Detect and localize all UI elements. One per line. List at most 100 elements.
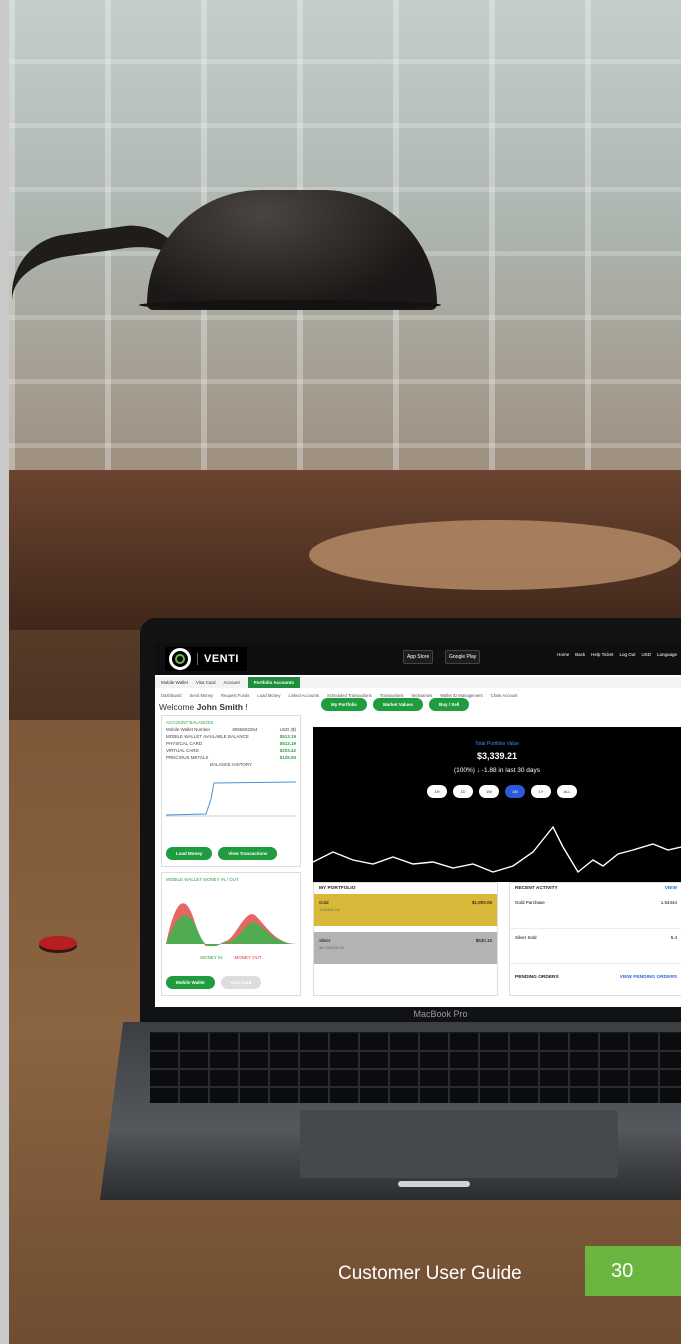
view-pending-orders-link[interactable]: VIEW PENDING ORDERS xyxy=(620,975,677,980)
item-name: Gold xyxy=(319,900,329,905)
recent-activity-title: RECENT ACTIVITY xyxy=(515,886,558,891)
tab-portfolio-accounts[interactable]: Portfolio Accounts xyxy=(247,677,300,688)
item-value: $530.15 xyxy=(475,938,492,943)
nav-log-out[interactable]: Log Out xyxy=(619,652,635,657)
subnav-wallet-id[interactable]: Wallet ID Management xyxy=(440,693,482,698)
balance-history-chart xyxy=(165,781,297,817)
pending-orders-header: PENDING ORDERS VIEW PENDING ORDERS xyxy=(510,972,681,983)
balances-actions: Load Money View Transactions xyxy=(166,847,278,860)
balance-label: PHYSICAL CARD xyxy=(166,741,203,746)
round-table xyxy=(309,520,681,590)
nav-home[interactable]: Home xyxy=(557,652,569,657)
balance-value: $513.19 xyxy=(279,734,296,739)
item-value: $1,809.06 xyxy=(471,900,492,905)
portfolio-tabs: My Portfolio Market Values Buy / Sell xyxy=(321,698,470,711)
portfolio-value-chart xyxy=(313,825,681,874)
balance-label: VIRTUAL CARD xyxy=(166,748,199,753)
balance-row: PHYSICAL CARD $513.19 xyxy=(166,741,296,746)
app-topbar: VENTI App Store Google Play Home Back He… xyxy=(155,643,681,675)
my-portfolio-title: MY PORTFOLIO xyxy=(319,886,356,891)
range-selector: 1H 1D 1W 1M 1Y ALL xyxy=(427,785,577,798)
tab-visa-card[interactable]: Visa Card xyxy=(196,680,216,685)
tab-account[interactable]: Account xyxy=(224,680,240,685)
my-portfolio-button[interactable]: My Portfolio xyxy=(321,698,367,711)
legend-money-out: MONEY OUT xyxy=(234,955,262,960)
currency-select[interactable]: USD xyxy=(641,652,651,657)
main-nav: Mobile Wallet Visa Card Account Portfoli… xyxy=(155,677,681,688)
venti-logo[interactable]: VENTI xyxy=(165,647,247,671)
laptop-notch xyxy=(398,1181,470,1187)
my-portfolio-card: MY PORTFOLIO Gold 1.54444 Oz $1,809.06 Si… xyxy=(313,882,498,996)
balance-currency: USD ($) xyxy=(279,727,296,732)
activity-row[interactable]: Gold Purchase 1.54444 xyxy=(510,894,681,929)
balance-value: $203.42 xyxy=(279,748,296,753)
range-all[interactable]: ALL xyxy=(557,785,577,798)
welcome-prefix: Welcome xyxy=(159,702,195,712)
welcome-suffix: ! xyxy=(245,702,248,712)
google-play-button[interactable]: Google Play xyxy=(445,650,481,664)
activity-name: Silver Sold xyxy=(515,935,537,940)
portfolio-item-silver[interactable]: Silver 36.795325 Oz $530.15 xyxy=(314,932,497,964)
range-1y[interactable]: 1Y xyxy=(531,785,551,798)
keyboard-row-divider xyxy=(150,1086,681,1088)
item-qty: 36.795325 Oz xyxy=(319,945,345,950)
laptop-screen: VENTI App Store Google Play Home Back He… xyxy=(155,643,681,1007)
nav-back[interactable]: Back xyxy=(575,652,585,657)
balances-title: ACCOUNT BALANCES xyxy=(166,720,214,725)
money-in-out-title: MOBILE WALLET MONEY IN / OUT xyxy=(166,877,239,882)
recent-activity-card: RECENT ACTIVITY VIEW Gold Purchase 1.5444… xyxy=(509,882,681,996)
balance-row: MOBILE WALLET AVAILABLE BALANCE $513.19 xyxy=(166,734,296,739)
activity-value: 5.4 xyxy=(670,935,677,940)
portfolio-value-panel: Total Portfolio Value $3,339.21 (100%) ↓… xyxy=(313,727,681,882)
top-navigation: Home Back Help Ticket Log Out USD Langua… xyxy=(557,652,677,657)
portfolio-value-title: Total Portfolio Value xyxy=(474,741,520,747)
balance-row: VIRTUAL CARD $203.42 xyxy=(166,748,296,753)
subnav-nicknames[interactable]: Nicknames xyxy=(412,693,433,698)
subnav-request-funds[interactable]: Request Funds xyxy=(221,693,249,698)
buy-sell-button[interactable]: Buy / Sell xyxy=(429,698,470,711)
activity-row[interactable]: Silver Sold 5.4 xyxy=(510,929,681,964)
money-in-out-legend: MONEY IN MONEY OUT xyxy=(166,955,296,960)
balance-value: 8056602254 xyxy=(232,727,258,732)
balance-history-title: BALANCE HISTORY xyxy=(209,762,253,767)
range-1h[interactable]: 1H xyxy=(427,785,447,798)
balance-row: Mobile Wallet Number 8056602254 USD ($) xyxy=(166,727,296,732)
balance-value: $513.19 xyxy=(279,741,296,746)
view-transactions-button[interactable]: View Transactions xyxy=(218,847,278,860)
lamp-rim xyxy=(139,300,441,310)
portfolio-item-gold[interactable]: Gold 1.54444 Oz $1,809.06 xyxy=(314,894,497,926)
red-object xyxy=(39,936,77,950)
subnav-close-account[interactable]: Close Account xyxy=(491,693,518,698)
laptop-brand: MacBook Pro xyxy=(413,1009,468,1019)
market-values-button[interactable]: Market Values xyxy=(373,698,424,711)
range-1m[interactable]: 1M xyxy=(505,785,525,798)
subnav-send-money[interactable]: Send Money xyxy=(190,693,214,698)
logo-text: VENTI xyxy=(197,653,239,665)
activity-name: Gold Purchase xyxy=(515,900,545,905)
money-in-out-chart xyxy=(166,903,296,948)
subnav-load-money[interactable]: Load Money xyxy=(257,693,280,698)
visa-card-button[interactable]: Visa Card xyxy=(220,976,262,989)
app-store-button[interactable]: App Store xyxy=(403,650,434,664)
balance-label: MOBILE WALLET AVAILABLE BALANCE xyxy=(166,734,249,739)
money-in-out-card: MOBILE WALLET MONEY IN / OUT MONEY IN MO… xyxy=(161,872,301,996)
keyboard-row-divider xyxy=(150,1068,681,1070)
mobile-wallet-button[interactable]: Mobile Wallet xyxy=(166,976,215,989)
tab-mobile-wallet[interactable]: Mobile Wallet xyxy=(161,680,188,685)
balance-row: PRECIOUS METALS $125.00 xyxy=(166,755,296,760)
portfolio-value-amount: $3,339.21 xyxy=(476,751,518,761)
portfolio-value-change: (100%) ↓ -1.88 in last 30 days xyxy=(454,767,540,774)
nav-help-ticket[interactable]: Help Ticket xyxy=(591,652,613,657)
pending-orders-title: PENDING ORDERS xyxy=(515,975,559,980)
range-1w[interactable]: 1W xyxy=(479,785,499,798)
subnav-linked-accounts[interactable]: Linked Accounts xyxy=(288,693,319,698)
range-1d[interactable]: 1D xyxy=(453,785,473,798)
subnav-transactions[interactable]: Transactions xyxy=(380,693,404,698)
view-activity-link[interactable]: VIEW xyxy=(665,886,677,891)
load-money-button[interactable]: Load Money xyxy=(166,847,213,860)
language-select[interactable]: Language xyxy=(657,652,677,657)
money-in-out-actions: Mobile Wallet Visa Card xyxy=(166,976,262,989)
footer-label: Customer User Guide xyxy=(338,1263,522,1284)
subnav-dashboard[interactable]: Dashboard xyxy=(161,693,182,698)
subnav-scheduled[interactable]: Scheduled Transactions xyxy=(327,693,372,698)
